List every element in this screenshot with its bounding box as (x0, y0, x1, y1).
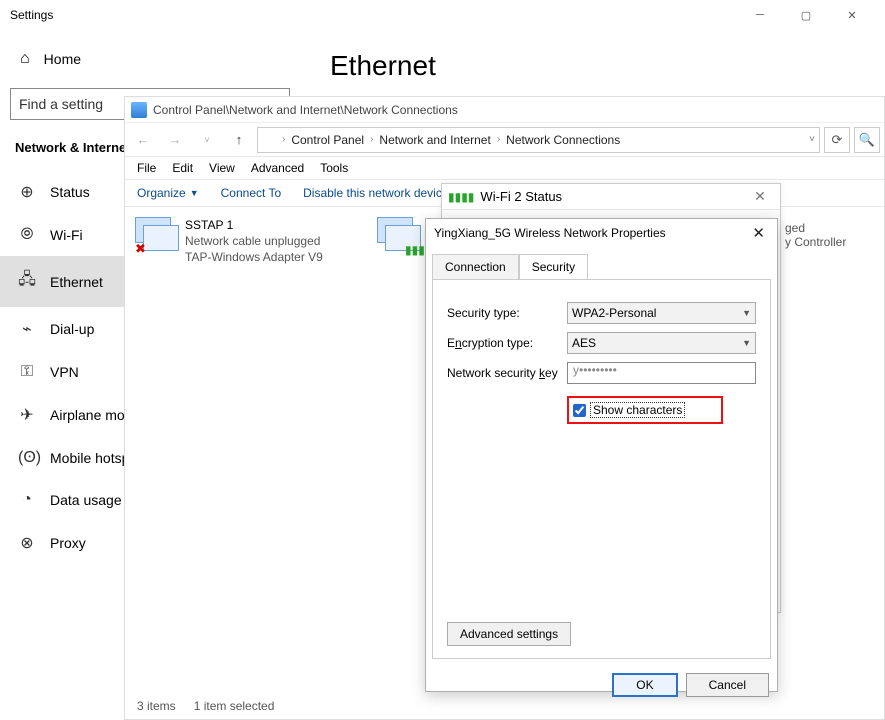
minimize-button[interactable]: ─ (737, 0, 783, 30)
status-dialog-titlebar: ▮▮▮▮ Wi-Fi 2 Status ✕ (442, 184, 780, 210)
home-nav[interactable]: ⌂ Home (0, 40, 300, 88)
close-button[interactable]: ✕ (829, 0, 875, 30)
close-button[interactable]: ✕ (748, 224, 769, 242)
dialup-icon: ⌁ (18, 319, 36, 339)
airplane-icon: ✈ (18, 405, 36, 425)
tab-security[interactable]: Security (519, 254, 588, 280)
dialog-footer: OK Cancel (426, 665, 777, 705)
sidebar-label: Proxy (50, 535, 86, 551)
adapter-item-sstap[interactable]: ✖ SSTAP 1 Network cable unplugged TAP-Wi… (131, 213, 361, 269)
control-panel-icon (262, 133, 276, 147)
tab-connection[interactable]: Connection (432, 254, 519, 280)
proxy-icon: ⊗ (18, 533, 36, 553)
signal-bars-icon: ▮▮▮ (405, 243, 425, 257)
breadcrumb[interactable]: Network and Internet (379, 133, 490, 147)
address-box[interactable]: › Control Panel › Network and Internet ›… (257, 127, 820, 153)
show-characters-checkbox[interactable] (573, 404, 586, 417)
adapter-device: TAP-Windows Adapter V9 (185, 249, 323, 265)
organize-button[interactable]: Organize▼ (137, 186, 199, 200)
network-key-label: Network security key (447, 366, 567, 380)
explorer-titlebar: Control Panel\Network and Internet\Netwo… (125, 97, 884, 123)
show-characters-highlight: Show characters (567, 396, 723, 424)
sidebar-label: VPN (50, 364, 79, 380)
hotspot-icon: (ʘ) (18, 449, 36, 467)
properties-titlebar: YingXiang_5G Wireless Network Properties… (426, 219, 777, 247)
security-type-select[interactable]: WPA2-Personal ▼ (567, 302, 756, 324)
datausage-icon: ◔ (18, 491, 36, 509)
cancel-button[interactable]: Cancel (686, 673, 769, 697)
menu-file[interactable]: File (137, 161, 156, 175)
security-type-label: Security type: (447, 306, 567, 320)
selected-count: 1 item selected (194, 699, 275, 713)
adapter-icon: ✖ (135, 217, 179, 255)
item-count: 3 items (137, 699, 176, 713)
search-placeholder: Find a setting (19, 96, 103, 112)
separator-icon: › (497, 134, 500, 145)
breadcrumb[interactable]: Control Panel (291, 133, 364, 147)
menu-advanced[interactable]: Advanced (251, 161, 304, 175)
settings-title: Settings (10, 8, 53, 22)
adapter-status: Network cable unplugged (185, 233, 323, 249)
sidebar-label: Data usage (50, 492, 122, 508)
menu-tools[interactable]: Tools (320, 161, 348, 175)
explorer-menubar: File Edit View Advanced Tools (125, 157, 884, 180)
disable-device-button[interactable]: Disable this network device (303, 186, 448, 200)
separator-icon: › (370, 134, 373, 145)
explorer-title: Control Panel\Network and Internet\Netwo… (153, 103, 458, 117)
up-button[interactable]: ↑ (225, 126, 253, 154)
close-button[interactable]: ✕ (746, 188, 774, 205)
properties-tabs: Connection Security (432, 253, 771, 279)
chevron-down-icon: ▼ (190, 188, 199, 198)
refresh-button[interactable]: ⟳ (824, 127, 850, 153)
menu-view[interactable]: View (209, 161, 235, 175)
home-label: Home (44, 51, 81, 67)
back-button[interactable]: ← (129, 126, 157, 154)
show-characters-label: Show characters (590, 402, 685, 418)
wireless-properties-dialog: YingXiang_5G Wireless Network Properties… (425, 218, 778, 692)
separator-icon: › (282, 134, 285, 145)
chevron-down-icon[interactable]: ˅ (809, 134, 815, 145)
connect-to-button[interactable]: Connect To (221, 186, 282, 200)
home-icon: ⌂ (20, 50, 30, 68)
status-icon: ⊕ (18, 182, 36, 202)
network-key-input[interactable]: y••••••••• (567, 362, 756, 384)
sidebar-label: Status (50, 184, 90, 200)
recent-dropdown[interactable]: ˅ (193, 126, 221, 154)
advanced-settings-button[interactable]: Advanced settings (447, 622, 571, 646)
status-dialog-title: Wi-Fi 2 Status (480, 189, 562, 204)
adapter-partial-text: ged y Controller (785, 221, 846, 249)
security-tab-panel: Security type: WPA2-Personal ▼ Encryptio… (432, 279, 771, 659)
breadcrumb[interactable]: Network Connections (506, 133, 620, 147)
explorer-address-bar: ← → ˅ ↑ › Control Panel › Network and In… (125, 123, 884, 157)
unplugged-badge-icon: ✖ (135, 241, 146, 257)
properties-title: YingXiang_5G Wireless Network Properties (434, 226, 666, 240)
encryption-type-value: AES (572, 336, 596, 350)
search-button[interactable]: 🔍 (854, 127, 880, 153)
page-title: Ethernet (330, 50, 855, 82)
ethernet-icon: 🖧 (18, 268, 36, 295)
signal-bars-icon: ▮▮▮▮ (448, 190, 474, 204)
sidebar-label: Dial-up (50, 321, 94, 337)
ok-button[interactable]: OK (612, 673, 677, 697)
wifi-icon: ⦾ (18, 226, 36, 244)
vpn-icon: ⚿ (18, 363, 36, 381)
adapter-icon: ▮▮▮ (377, 217, 421, 255)
maximize-button[interactable]: ▢ (783, 0, 829, 30)
encryption-type-label: Encryption type: (447, 336, 567, 350)
chevron-down-icon: ▼ (742, 308, 751, 318)
sidebar-label: Wi-Fi (50, 227, 83, 243)
settings-titlebar: Settings ─ ▢ ✕ (0, 0, 885, 30)
explorer-statusbar: 3 items 1 item selected (137, 699, 274, 713)
chevron-down-icon: ▼ (742, 338, 751, 348)
security-type-value: WPA2-Personal (572, 306, 656, 320)
encryption-type-select[interactable]: AES ▼ (567, 332, 756, 354)
adapter-name: SSTAP 1 (185, 217, 323, 233)
control-panel-icon (131, 102, 147, 118)
sidebar-label: Ethernet (50, 274, 103, 290)
forward-button[interactable]: → (161, 126, 189, 154)
menu-edit[interactable]: Edit (172, 161, 193, 175)
